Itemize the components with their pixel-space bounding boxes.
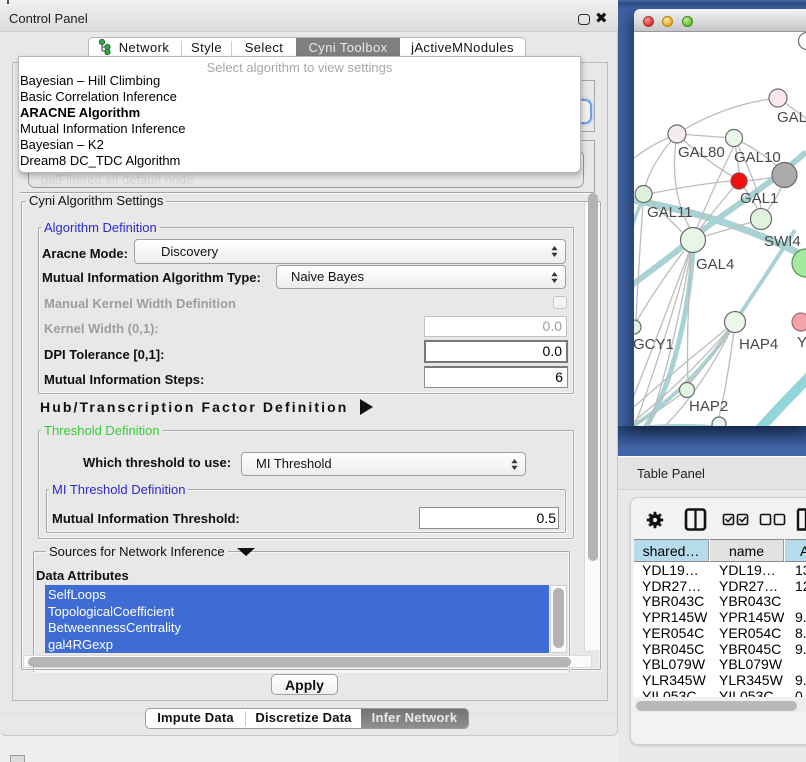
svg-text:GAL7: GAL7 xyxy=(777,109,806,126)
svg-text:GAL1: GAL1 xyxy=(740,190,778,207)
svg-text:HAP4: HAP4 xyxy=(739,336,778,353)
svg-text:GAL80: GAL80 xyxy=(678,144,725,161)
svg-text:HAP2: HAP2 xyxy=(689,398,728,415)
svg-text:GAL11: GAL11 xyxy=(647,204,693,221)
svg-text:GAL10: GAL10 xyxy=(734,149,781,166)
svg-text:Y: Y xyxy=(797,334,806,351)
svg-text:GCY1: GCY1 xyxy=(634,336,674,353)
svg-text:SWI4: SWI4 xyxy=(764,233,801,250)
svg-text:GAL4: GAL4 xyxy=(696,256,734,273)
